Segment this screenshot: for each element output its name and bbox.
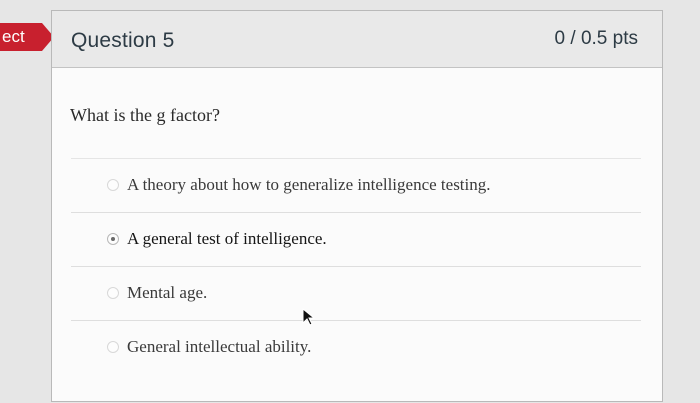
answer-radio-selected[interactable] [107,233,119,245]
answer-label-1: A theory about how to generalize intelli… [127,175,491,194]
question-prompt: What is the g factor? [70,105,220,125]
answer-label-2: A general test of intelligence. [127,229,327,248]
answer-label-4: General intellectual ability. [127,337,312,356]
answer-option-4[interactable]: General intellectual ability. [71,320,641,374]
question-body: What is the g factor? A theory about how… [52,68,662,402]
question-header: Question 5 0 / 0.5 pts [52,11,662,68]
question-card: Question 5 0 / 0.5 pts What is the g fac… [51,10,663,402]
incorrect-answer-tag-label: ect [2,27,25,46]
answer-label-3: Mental age. [127,283,208,302]
answer-radio-3[interactable] [107,287,119,299]
answer-option-2[interactable]: A general test of intelligence. [71,212,641,266]
answer-option-1[interactable]: A theory about how to generalize intelli… [71,158,641,212]
question-title: Question 5 [71,29,175,52]
incorrect-answer-tag: ect [0,23,54,51]
answer-radio-4[interactable] [107,341,119,353]
answer-option-3[interactable]: Mental age. [71,266,641,320]
question-points: 0 / 0.5 pts [554,28,638,49]
mouse-pointer-icon [302,308,316,326]
answer-radio-1[interactable] [107,179,119,191]
